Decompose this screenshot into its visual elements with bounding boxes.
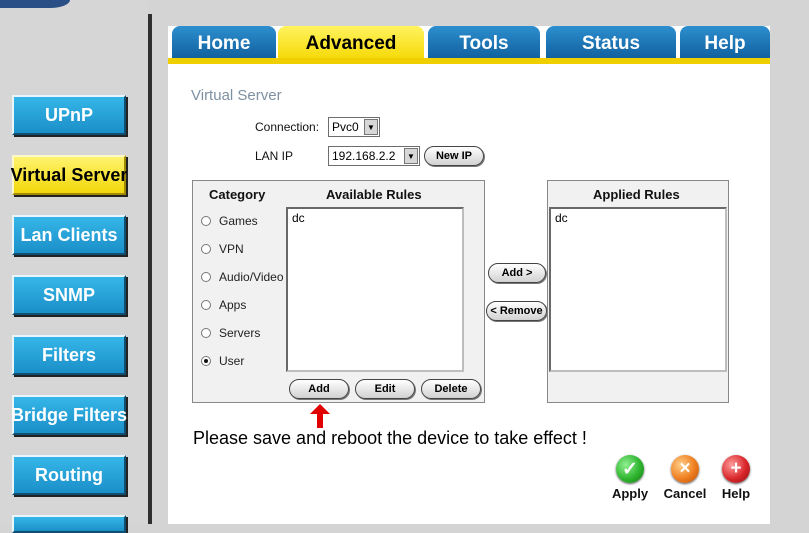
checkmark-icon: ✓ <box>616 455 644 483</box>
red-arrow-annotation <box>310 404 330 428</box>
remove-rule-button[interactable]: < Remove <box>486 301 547 321</box>
radio-icon <box>201 244 211 254</box>
radio-icon <box>201 328 211 338</box>
add-button[interactable]: Add <box>289 379 349 399</box>
available-rules-header: Available Rules <box>326 187 422 202</box>
applied-rules-list[interactable]: dc <box>549 207 727 372</box>
tab-advanced[interactable]: Advanced <box>278 26 424 62</box>
lan-ip-select[interactable]: 192.168.2.2 ▼ <box>328 146 420 166</box>
tab-bar-underline <box>168 58 770 64</box>
list-item[interactable]: dc <box>292 211 458 225</box>
tab-home[interactable]: Home <box>172 26 276 62</box>
category-servers[interactable]: Servers <box>201 326 260 340</box>
tab-tools[interactable]: Tools <box>428 26 540 62</box>
tab-status[interactable]: Status <box>546 26 676 62</box>
help-button[interactable]: + Help <box>708 455 764 501</box>
sidebar-item-snmp[interactable]: SNMP <box>12 275 126 315</box>
category-vpn[interactable]: VPN <box>201 242 244 256</box>
cancel-button[interactable]: × Cancel <box>657 455 713 501</box>
connection-label: Connection: <box>255 120 320 134</box>
category-games[interactable]: Games <box>201 214 258 228</box>
sidebar-item-bridge-filters[interactable]: Bridge Filters <box>11 395 127 435</box>
sidebar: UPnP Virtual Server Lan Clients SNMP Fil… <box>0 0 148 533</box>
top-tabs: Home Advanced Tools Status Help <box>168 26 770 62</box>
edit-button[interactable]: Edit <box>355 379 415 399</box>
category-apps[interactable]: Apps <box>201 298 246 312</box>
page-title: Virtual Server <box>191 87 282 104</box>
sidebar-item-routing[interactable]: Routing <box>12 455 126 495</box>
delete-button[interactable]: Delete <box>421 379 481 399</box>
header-curve <box>0 0 70 8</box>
apply-button[interactable]: ✓ Apply <box>602 455 658 501</box>
list-item[interactable]: dc <box>555 211 721 225</box>
sidebar-item-next[interactable] <box>12 515 126 533</box>
chevron-down-icon: ▼ <box>364 119 378 135</box>
new-ip-button[interactable]: New IP <box>424 146 484 166</box>
sidebar-item-virtual-server[interactable]: Virtual Server <box>11 155 127 195</box>
plus-icon: + <box>722 455 750 483</box>
sidebar-item-upnp[interactable]: UPnP <box>12 95 126 135</box>
reboot-notice: Please save and reboot the device to tak… <box>193 428 587 448</box>
category-audio-video[interactable]: Audio/Video <box>201 270 284 284</box>
chevron-down-icon: ▼ <box>404 148 418 164</box>
divider <box>148 14 152 524</box>
applied-rules-header: Applied Rules <box>593 187 680 202</box>
available-rules-list[interactable]: dc <box>286 207 464 372</box>
sidebar-item-filters[interactable]: Filters <box>12 335 126 375</box>
connection-select[interactable]: Pvc0 ▼ <box>328 117 380 137</box>
radio-icon <box>201 300 211 310</box>
tab-help[interactable]: Help <box>680 26 770 62</box>
radio-icon <box>201 272 211 282</box>
category-user[interactable]: User <box>201 354 244 368</box>
sidebar-item-lan-clients[interactable]: Lan Clients <box>12 215 126 255</box>
category-header: Category <box>209 187 266 202</box>
radio-selected-icon <box>201 356 211 366</box>
lan-ip-label: LAN IP <box>255 149 294 163</box>
add-rule-button[interactable]: Add > <box>488 263 546 283</box>
radio-icon <box>201 216 211 226</box>
close-icon: × <box>671 455 699 483</box>
